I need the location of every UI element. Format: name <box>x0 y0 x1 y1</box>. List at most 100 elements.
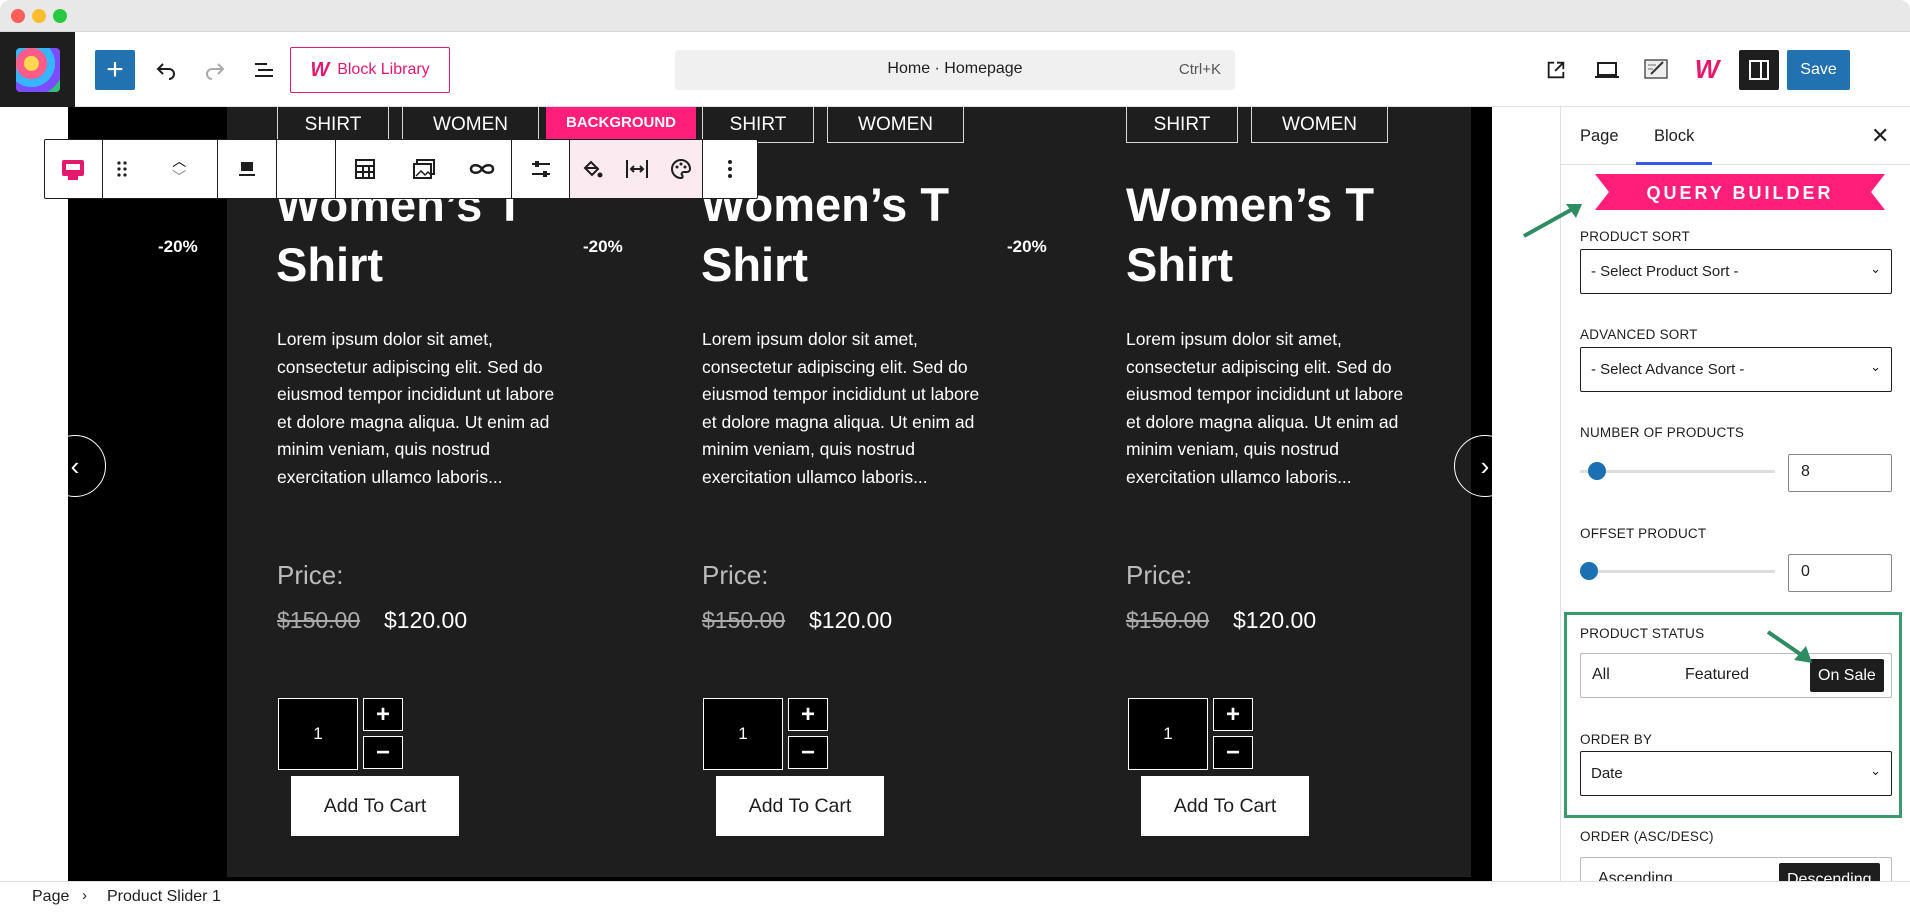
chevron-left-icon: ‹ <box>70 450 80 481</box>
category-tab-women[interactable]: WOMEN <box>402 107 539 143</box>
toolbar-empty-slot[interactable] <box>277 140 336 198</box>
tab-block[interactable]: Block <box>1654 127 1694 146</box>
list-view-icon[interactable] <box>248 54 280 86</box>
chevron-down-icon[interactable]: ﹀ <box>172 170 186 184</box>
query-builder-text: QUERY BUILDER <box>1646 183 1833 203</box>
product-description: Lorem ipsum dolor sit amet, consectetur … <box>1126 329 1404 487</box>
add-to-cart-button[interactable]: Add To Cart <box>1141 776 1309 836</box>
quantity-minus-button[interactable]: − <box>788 736 828 769</box>
settings-panel-toggle[interactable] <box>1739 50 1779 90</box>
undo-icon[interactable] <box>150 54 182 86</box>
add-block-button[interactable]: + <box>95 50 135 90</box>
align-icon[interactable] <box>218 140 277 198</box>
discount-badge: -20% <box>1007 237 1047 256</box>
chevron-right-icon: › <box>1480 450 1490 481</box>
annotation-arrow-icon <box>1523 204 1582 238</box>
minimize-window-button[interactable] <box>32 9 46 23</box>
quantity-plus-button[interactable]: + <box>788 698 828 731</box>
category-tab-shirt[interactable]: SHIRT <box>1126 107 1238 143</box>
quantity-input[interactable]: 1 <box>278 698 358 770</box>
quantity-plus-button[interactable]: + <box>1213 698 1253 731</box>
background-label[interactable]: BACKGROUND <box>546 107 696 139</box>
product-description: Lorem ipsum dolor sit amet, consectetur … <box>277 329 555 487</box>
fill-color-icon[interactable] <box>570 140 615 198</box>
sale-price: $120.00 <box>809 607 893 633</box>
close-icon[interactable]: ✕ <box>1871 123 1889 149</box>
order-option-descending[interactable]: Descending <box>1779 863 1880 881</box>
original-price: $150.00 <box>1126 607 1210 633</box>
quantity-minus-button[interactable]: − <box>363 736 403 769</box>
original-price: $150.00 <box>277 607 361 633</box>
quantity-plus-button[interactable]: + <box>363 698 403 731</box>
maximize-window-button[interactable] <box>53 9 67 23</box>
breadcrumb-page[interactable]: Page <box>32 888 69 906</box>
save-button[interactable]: Save <box>1787 50 1850 90</box>
tab-page[interactable]: Page <box>1580 127 1619 146</box>
chevron-up-icon[interactable]: ︿ <box>172 154 186 168</box>
edit-template-icon[interactable] <box>1640 52 1674 86</box>
move-block-control[interactable]: ︿ ﹀ <box>141 140 219 198</box>
command-palette[interactable]: Home · Homepage Ctrl+K <box>675 50 1235 90</box>
product-title-line: Shirt <box>1126 238 1234 291</box>
view-page-icon[interactable] <box>1540 54 1572 86</box>
slider-next-arrow[interactable]: › <box>1454 435 1516 497</box>
breadcrumb-product-slider[interactable]: Product Slider 1 <box>107 888 221 906</box>
query-builder-banner: QUERY BUILDER <box>1595 174 1885 210</box>
sidebar-toggle-icon <box>1749 60 1769 80</box>
image-settings-icon[interactable] <box>394 140 453 198</box>
advanced-sort-select[interactable]: - Select Advance Sort - ⌄ <box>1580 347 1892 392</box>
block-library-label: Block Library <box>337 61 430 78</box>
product-description: Lorem ipsum dolor sit amet, consectetur … <box>702 329 980 487</box>
product-sort-value: - Select Product Sort - <box>1591 263 1739 280</box>
site-logo[interactable] <box>0 32 75 107</box>
slider-prev-arrow[interactable]: ‹ <box>44 435 106 497</box>
product-sort-select[interactable]: - Select Product Sort - ⌄ <box>1580 249 1892 294</box>
spacing-icon[interactable] <box>614 140 659 198</box>
product-slider-block[interactable]: SHIRT WOMEN BACKGROUND SHIRT WOMEN SHIRT… <box>44 107 1516 881</box>
add-to-cart-button[interactable]: Add To Cart <box>291 776 459 836</box>
slider-loop-icon[interactable] <box>453 140 512 198</box>
redo-icon[interactable] <box>199 54 231 86</box>
wowstore-logo-icon[interactable]: W <box>1690 52 1724 86</box>
more-options-icon[interactable] <box>703 140 757 198</box>
settings-sliders-icon[interactable] <box>512 140 571 198</box>
quantity-minus-button[interactable]: − <box>1213 736 1253 769</box>
add-to-cart-button[interactable]: Add To Cart <box>716 776 884 836</box>
drag-handle-icon[interactable] <box>103 140 141 198</box>
sidebar-tabs: Page Block ✕ <box>1561 107 1910 165</box>
discount-badge: -20% <box>158 237 198 256</box>
category-tab-women[interactable]: WOMEN <box>827 107 964 143</box>
device-preview-icon[interactable] <box>1590 54 1624 86</box>
annotation-arrow-icon <box>1766 630 1812 663</box>
color-palette-icon[interactable] <box>658 140 704 198</box>
number-of-products-label: NUMBER OF PRODUCTS <box>1580 425 1745 440</box>
quantity-input[interactable]: 1 <box>1128 698 1208 770</box>
order-option-ascending[interactable]: Ascending <box>1598 870 1673 881</box>
chevron-down-icon: ⌄ <box>1870 261 1881 276</box>
order-direction-label: ORDER (ASC/DESC) <box>1580 829 1714 844</box>
block-library-logo-icon: W <box>310 58 330 81</box>
category-tab-shirt[interactable]: SHIRT <box>277 107 389 143</box>
product-title-line: Women’s T <box>1126 178 1375 231</box>
product-title[interactable]: Women’s T Shirt <box>1126 175 1456 295</box>
number-of-products-slider-handle[interactable] <box>1588 462 1606 480</box>
product-title-line: Shirt <box>276 238 384 291</box>
quantity-input[interactable]: 1 <box>703 698 783 770</box>
original-price: $150.00 <box>702 607 786 633</box>
block-toolbar: ︿ ﹀ <box>44 139 758 199</box>
category-tab-women[interactable]: WOMEN <box>1251 107 1388 143</box>
offset-product-input[interactable]: 0 <box>1788 554 1892 592</box>
price-label: Price: <box>277 560 344 590</box>
category-tab-shirt[interactable]: SHIRT <box>702 107 814 143</box>
number-of-products-slider[interactable] <box>1580 470 1775 473</box>
offset-product-slider[interactable] <box>1580 570 1775 573</box>
command-title: Home · Homepage <box>887 60 1023 77</box>
number-of-products-input[interactable]: 8 <box>1788 454 1892 492</box>
block-library-button[interactable]: W Block Library <box>290 47 450 93</box>
layout-grid-icon[interactable] <box>336 140 395 198</box>
offset-product-slider-handle[interactable] <box>1580 562 1598 580</box>
close-window-button[interactable] <box>11 9 25 23</box>
block-type-button[interactable] <box>45 140 103 198</box>
advanced-sort-label: ADVANCED SORT <box>1580 327 1698 342</box>
editor-window: + W Block Library Home · Homepage Ctrl+K… <box>0 0 1910 912</box>
